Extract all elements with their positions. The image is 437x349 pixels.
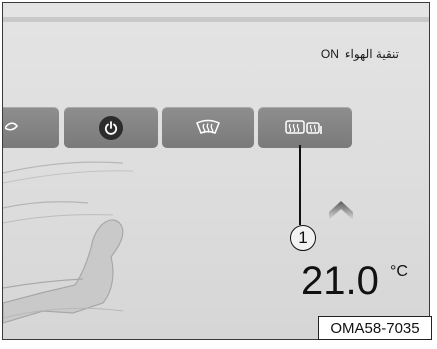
figure-code: OMA58-7035 <box>318 316 432 340</box>
callout-marker: 1 <box>290 225 316 251</box>
air-purification-status: تنقية الهواء ON <box>321 47 399 61</box>
front-defrost-button[interactable] <box>162 107 254 148</box>
temperature-unit: °C <box>390 263 408 280</box>
partial-left-button[interactable] <box>3 107 59 148</box>
rear-mirror-defrost-icon <box>284 118 326 138</box>
callout-leader-line <box>299 145 301 225</box>
partial-left-icon <box>5 120 19 134</box>
header-bar <box>3 17 429 22</box>
temperature-value: 21.0 <box>301 259 379 303</box>
seat-illustration <box>3 153 203 339</box>
air-purification-state: ON <box>320 47 339 61</box>
display-frame: تنقية الهواء ON 1 21.0 °C <box>2 2 430 340</box>
air-purification-label: تنقية الهواء <box>344 47 399 61</box>
control-button-row <box>3 107 429 149</box>
temperature-up-icon[interactable] <box>327 198 355 231</box>
power-icon <box>99 115 123 140</box>
front-defrost-icon <box>195 119 221 137</box>
power-button[interactable] <box>64 107 158 148</box>
rear-defrost-button[interactable] <box>258 107 352 148</box>
